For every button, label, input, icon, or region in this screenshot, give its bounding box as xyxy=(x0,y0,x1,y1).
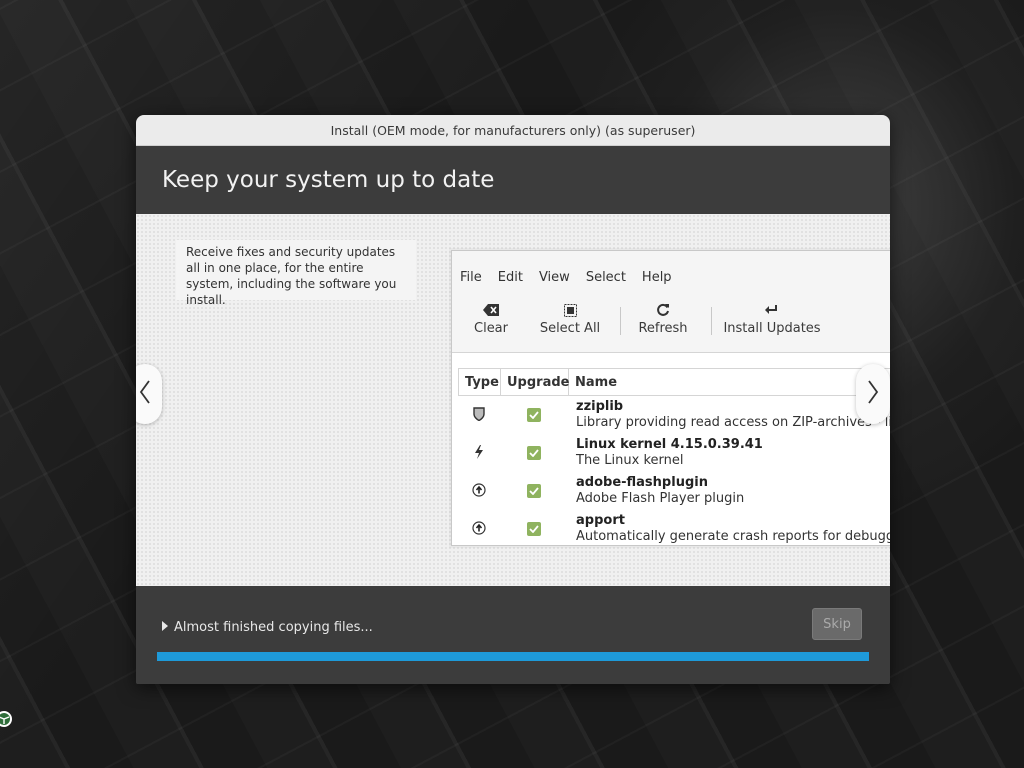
window-titlebar[interactable]: Install (OEM mode, for manufacturers onl… xyxy=(136,115,890,146)
up-arrow-icon xyxy=(472,520,486,539)
refresh-label: Refresh xyxy=(638,321,688,336)
install-updates-label: Install Updates xyxy=(723,321,821,336)
chevron-left-icon xyxy=(139,380,151,408)
package-name: adobe-flashplugin xyxy=(576,475,708,490)
toolbar: Clear Select All Refresh Install Updates xyxy=(452,291,890,353)
accessibility-icon[interactable] xyxy=(0,708,14,730)
select-all-label: Select All xyxy=(539,321,601,336)
shield-icon xyxy=(473,406,485,425)
upgrade-checkbox xyxy=(527,522,541,536)
package-description: Library providing read access on ZIP-arc… xyxy=(576,415,890,430)
package-name: zziplib xyxy=(576,399,624,414)
upgrade-checkbox xyxy=(527,484,541,498)
expander-triangle-icon xyxy=(162,620,168,635)
table-header: Type Upgrade Name xyxy=(458,368,890,396)
update-manager-screenshot: File Edit View Select Help Clear Select … xyxy=(451,250,890,546)
progress-bar xyxy=(157,652,869,661)
clear-label: Clear xyxy=(474,321,508,336)
backspace-icon xyxy=(483,299,499,321)
chevron-right-icon xyxy=(867,380,879,408)
select-all-button: Select All xyxy=(530,299,610,336)
menu-select: Select xyxy=(585,270,626,285)
menu-help: Help xyxy=(641,270,672,285)
select-all-icon xyxy=(563,299,577,321)
next-slide-button[interactable] xyxy=(856,364,890,424)
table-body: zziplib Library providing read access on… xyxy=(458,396,890,545)
page-title: Keep your system up to date xyxy=(162,167,495,193)
install-updates-button: Install Updates xyxy=(712,299,832,336)
column-name: Name xyxy=(575,374,618,390)
table-row: apport Automatically generate crash repo… xyxy=(458,510,890,545)
skip-button[interactable]: Skip xyxy=(812,608,862,640)
slideshow-panel: Receive fixes and security updates all i… xyxy=(136,214,890,586)
table-row: Linux kernel 4.15.0.39.41 The Linux kern… xyxy=(458,434,890,472)
column-type: Type xyxy=(459,369,501,395)
page-header: Keep your system up to date xyxy=(136,146,890,214)
updates-table: Type Upgrade Name zziplib Library provid… xyxy=(458,368,890,545)
installer-footer: Almost finished copying files... Skip xyxy=(136,586,890,684)
progress-fill xyxy=(157,652,869,661)
installer-window: Install (OEM mode, for manufacturers onl… xyxy=(136,115,890,684)
menu-view: View xyxy=(538,270,570,285)
slide-description: Receive fixes and security updates all i… xyxy=(176,240,416,307)
enter-icon xyxy=(765,299,779,321)
up-arrow-icon xyxy=(472,482,486,501)
package-description: The Linux kernel xyxy=(576,453,684,468)
package-description: Adobe Flash Player plugin xyxy=(576,491,745,506)
previous-slide-button[interactable] xyxy=(136,364,162,424)
menu-bar: File Edit View Select Help xyxy=(452,251,890,291)
table-row: adobe-flashplugin Adobe Flash Player plu… xyxy=(458,472,890,510)
package-description: Automatically generate crash reports for… xyxy=(576,529,890,544)
table-row: zziplib Library providing read access on… xyxy=(458,396,890,434)
clear-button: Clear xyxy=(452,299,530,336)
lightning-icon xyxy=(474,444,484,463)
refresh-button: Refresh xyxy=(621,299,705,336)
upgrade-checkbox xyxy=(527,408,541,422)
package-name: apport xyxy=(576,513,625,528)
upgrade-checkbox xyxy=(527,446,541,460)
menu-edit: Edit xyxy=(497,270,523,285)
refresh-icon xyxy=(656,299,670,321)
menu-file: File xyxy=(460,270,482,285)
window-title: Install (OEM mode, for manufacturers onl… xyxy=(330,122,696,138)
package-name: Linux kernel 4.15.0.39.41 xyxy=(576,437,763,452)
column-upgrade: Upgrade xyxy=(501,369,569,395)
status-expander[interactable]: Almost finished copying files... xyxy=(162,620,373,635)
status-text: Almost finished copying files... xyxy=(174,620,373,635)
